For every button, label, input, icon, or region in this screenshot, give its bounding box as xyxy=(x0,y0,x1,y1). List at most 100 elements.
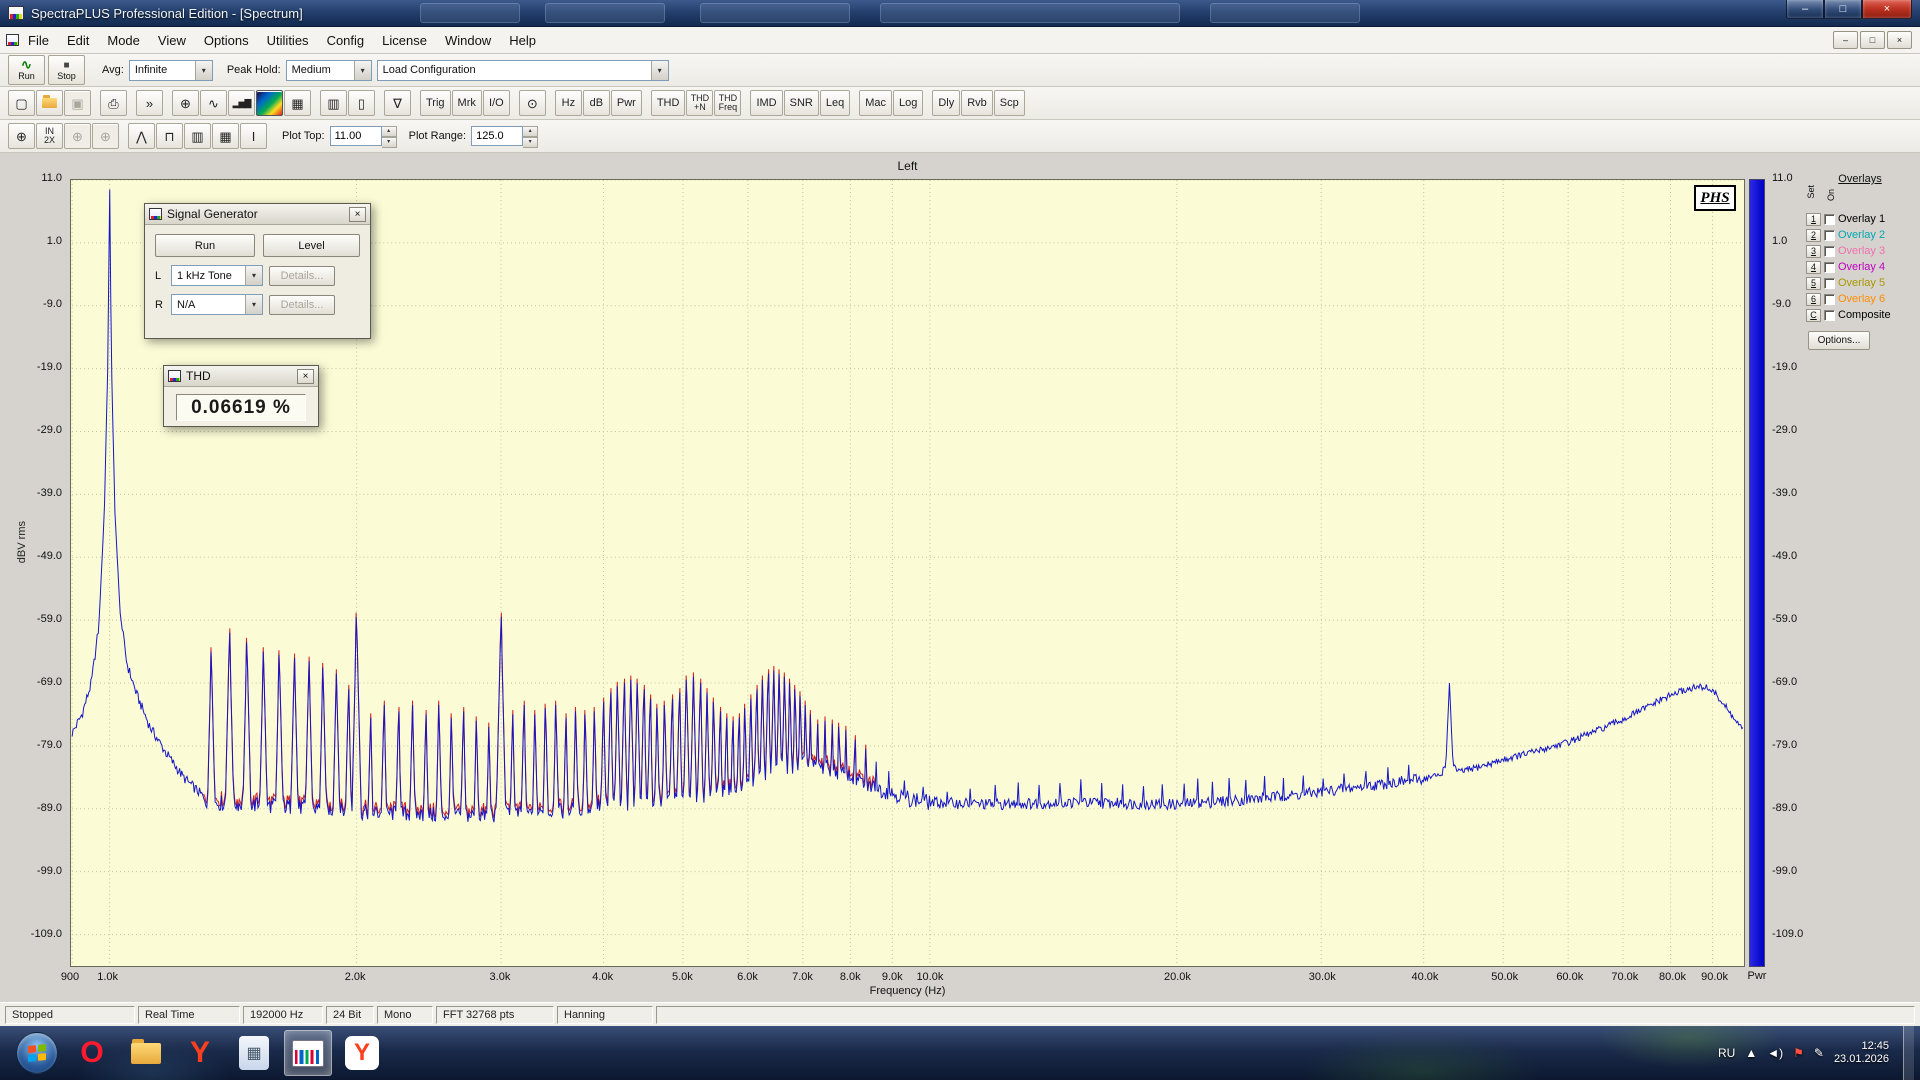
level-meter-button[interactable]: ▯ xyxy=(348,90,375,116)
grid-toggle-button[interactable]: ▦ xyxy=(212,123,239,149)
surface-view-button[interactable]: ▦ xyxy=(284,90,311,116)
tray-clock[interactable]: 12:45 23.01.2026 xyxy=(1834,1040,1889,1066)
menu-utilities[interactable]: Utilities xyxy=(258,33,318,48)
tray-flag-icon[interactable]: ⚑ xyxy=(1793,1046,1804,1060)
marker-button[interactable]: Mrk xyxy=(452,90,482,116)
io-device-button[interactable]: I/O xyxy=(483,90,510,116)
new-file-button[interactable]: ▢ xyxy=(8,90,35,116)
histogram-button[interactable]: ▥ xyxy=(184,123,211,149)
overlay-set-button-1[interactable]: 1 xyxy=(1806,213,1821,226)
overlays-options-button[interactable]: Options... xyxy=(1808,331,1870,350)
macro-button[interactable]: Mac xyxy=(859,90,892,116)
taskbar-calculator-icon[interactable]: ▦ xyxy=(230,1030,278,1076)
run-button[interactable]: ∿ Run xyxy=(8,55,45,85)
generator-level-button[interactable]: Level xyxy=(263,234,360,257)
tray-expand-icon[interactable]: ▲ xyxy=(1745,1046,1757,1060)
zoom-button[interactable]: ⊕ xyxy=(8,123,35,149)
avg-select[interactable]: Infinite ▾ xyxy=(129,60,213,81)
start-button[interactable] xyxy=(16,1032,58,1074)
menu-config[interactable]: Config xyxy=(318,33,374,48)
overlay-on-checkbox-1[interactable] xyxy=(1824,214,1835,225)
tray-language-indicator[interactable]: RU xyxy=(1718,1046,1735,1060)
thd-freq-button[interactable]: THDFreq xyxy=(714,90,741,116)
taskbar-yandex-browser-icon[interactable]: Y xyxy=(338,1030,386,1076)
leq-button[interactable]: Leq xyxy=(820,90,850,116)
thd-titlebar[interactable]: THD × xyxy=(164,366,318,387)
open-file-button[interactable] xyxy=(36,90,63,116)
show-desktop-button[interactable] xyxy=(1903,1026,1914,1080)
pwr-units-button[interactable]: Pwr xyxy=(611,90,642,116)
taskbar-yandex-icon[interactable]: Y xyxy=(176,1030,224,1076)
maximize-button[interactable]: □ xyxy=(1824,0,1862,19)
funnel-button[interactable]: ∇ xyxy=(384,90,411,116)
overlay-on-checkbox-2[interactable] xyxy=(1824,230,1835,241)
menu-file[interactable]: File xyxy=(19,33,58,48)
peak-marker-button[interactable]: ⋀ xyxy=(128,123,155,149)
menu-view[interactable]: View xyxy=(149,33,195,48)
spin-down-icon[interactable]: ▾ xyxy=(382,137,397,148)
close-button[interactable]: × xyxy=(1862,0,1912,19)
spectrogram-view-button[interactable] xyxy=(256,90,283,116)
thd-button[interactable]: THD xyxy=(651,90,686,116)
taskbar-spectraplus-icon[interactable] xyxy=(284,1030,332,1076)
y-tick-label-right: -69.0 xyxy=(1772,676,1822,689)
log-button[interactable]: Log xyxy=(893,90,923,116)
taskbar-explorer-icon[interactable] xyxy=(122,1030,170,1076)
overlay-on-checkbox-6[interactable] xyxy=(1824,294,1835,305)
overlay-set-button-4[interactable]: 4 xyxy=(1806,261,1821,274)
tray-speaker-icon[interactable]: ◄) xyxy=(1767,1046,1783,1060)
overlay-set-button-5[interactable]: 5 xyxy=(1806,277,1821,290)
load-configuration-select[interactable]: Load Configuration ▾ xyxy=(377,60,669,81)
minimize-button[interactable]: – xyxy=(1786,0,1824,19)
zoom-2x-button[interactable]: IN2X xyxy=(36,123,63,149)
y-tick-label-right: -79.0 xyxy=(1772,739,1822,752)
menu-window[interactable]: Window xyxy=(436,33,500,48)
step-display-button[interactable]: ⊓ xyxy=(156,123,183,149)
peak-hold-select[interactable]: Medium ▾ xyxy=(286,60,372,81)
print-button[interactable]: ⎙ xyxy=(100,90,127,116)
x-tick-label: 1.0k xyxy=(82,971,134,983)
overlay-on-checkbox-5[interactable] xyxy=(1824,278,1835,289)
right-signal-select[interactable]: N/A ▾ xyxy=(171,294,263,315)
overlay-on-checkbox-3[interactable] xyxy=(1824,246,1835,257)
close-icon[interactable]: × xyxy=(349,207,366,222)
tray-pen-icon[interactable]: ✎ xyxy=(1814,1046,1824,1060)
menu-help[interactable]: Help xyxy=(500,33,545,48)
db-units-button[interactable]: dB xyxy=(583,90,610,116)
time-series-button[interactable]: ∿ xyxy=(200,90,227,116)
spin-up-icon[interactable]: ▴ xyxy=(523,126,538,137)
mdi-restore-button[interactable]: □ xyxy=(1860,31,1885,49)
menu-mode[interactable]: Mode xyxy=(98,33,149,48)
left-signal-select[interactable]: 1 kHz Tone ▾ xyxy=(171,265,263,286)
trigger-button[interactable]: Trig xyxy=(420,90,451,116)
hz-units-button[interactable]: Hz xyxy=(555,90,582,116)
overlay-on-checkbox-c[interactable] xyxy=(1824,310,1835,321)
phase-button[interactable]: ⊙ xyxy=(519,90,546,116)
imd-button[interactable]: IMD xyxy=(750,90,782,116)
spectrum-view-button[interactable]: ▂▅▇ xyxy=(228,90,255,116)
reverb-button[interactable]: Rvb xyxy=(961,90,993,116)
scope-button[interactable]: Scp xyxy=(994,90,1025,116)
generator-run-button[interactable]: Run xyxy=(155,234,255,257)
stop-button[interactable]: ■ Stop xyxy=(48,55,85,85)
close-icon[interactable]: × xyxy=(297,369,314,384)
plot-top-input[interactable] xyxy=(330,126,382,146)
spin-up-icon[interactable]: ▴ xyxy=(382,126,397,137)
menu-license[interactable]: License xyxy=(373,33,436,48)
zoom-waveform-button[interactable]: ⊕ xyxy=(172,90,199,116)
spin-down-icon[interactable]: ▾ xyxy=(523,137,538,148)
calibration-button[interactable]: I xyxy=(240,123,267,149)
snr-button[interactable]: SNR xyxy=(784,90,819,116)
thd-n-button[interactable]: THD+N xyxy=(686,90,713,116)
menu-options[interactable]: Options xyxy=(195,33,258,48)
overlay-on-checkbox-4[interactable] xyxy=(1824,262,1835,273)
delay-button[interactable]: Dly xyxy=(932,90,960,116)
signal-generator-titlebar[interactable]: Signal Generator × xyxy=(145,204,370,225)
data-table-button[interactable]: ▥ xyxy=(320,90,347,116)
mdi-minimize-button[interactable]: – xyxy=(1833,31,1858,49)
fast-forward-button[interactable]: » xyxy=(136,90,163,116)
taskbar-opera-icon[interactable]: O xyxy=(68,1030,116,1076)
menu-edit[interactable]: Edit xyxy=(58,33,98,48)
mdi-close-button[interactable]: × xyxy=(1887,31,1912,49)
plot-range-input[interactable] xyxy=(471,126,523,146)
